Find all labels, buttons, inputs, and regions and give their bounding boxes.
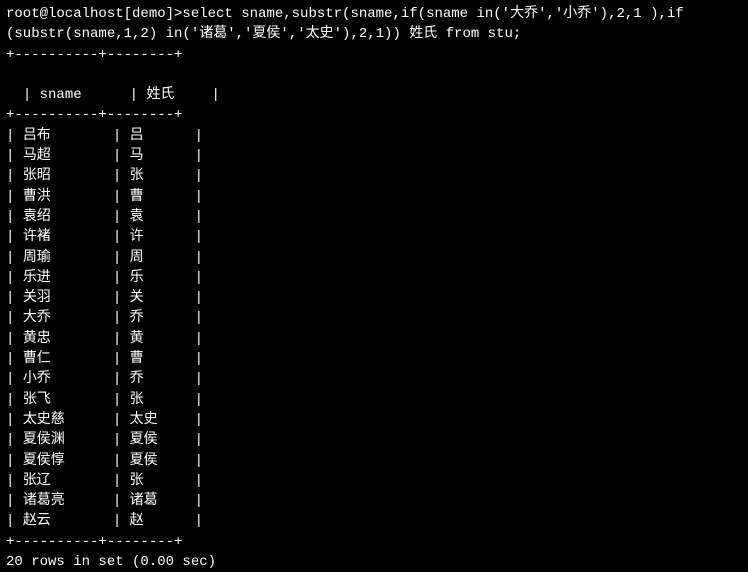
cell-surname: 诸葛 [130, 491, 195, 511]
table-body: | 吕布| 吕|| 马超| 马|| 张昭| 张|| 曹洪| 曹|| 袁绍| 袁|… [6, 126, 742, 532]
cell-surname: 张 [130, 166, 195, 186]
table-separator-bottom: +----------+--------+ [6, 532, 742, 552]
cell-surname: 黄 [130, 329, 195, 349]
cell-sname: 张飞 [23, 390, 113, 410]
cell-surname: 张 [130, 390, 195, 410]
cell-sname: 夏侯渊 [23, 430, 113, 450]
table-row: | 关羽| 关| [6, 288, 742, 308]
table-row: | 夏侯惇| 夏侯| [6, 451, 742, 471]
cell-surname: 赵 [130, 511, 195, 531]
header-col2: 姓氏 [146, 85, 211, 105]
cell-sname: 夏侯惇 [23, 451, 113, 471]
table-row: | 张飞| 张| [6, 390, 742, 410]
table-row: | 诸葛亮| 诸葛| [6, 491, 742, 511]
sql-prompt-line2: (substr(sname,1,2) in('诸葛','夏侯','太史'),2,… [6, 24, 742, 44]
table-separator-mid: +----------+--------+ [6, 105, 742, 125]
table-row: | 周瑜| 周| [6, 248, 742, 268]
table-row: | 张昭| 张| [6, 166, 742, 186]
cell-surname: 周 [130, 248, 195, 268]
cell-sname: 赵云 [23, 511, 113, 531]
cell-sname: 许褚 [23, 227, 113, 247]
cell-sname: 黄忠 [23, 329, 113, 349]
table-row: | 太史慈| 太史| [6, 410, 742, 430]
cell-surname: 许 [130, 227, 195, 247]
table-row: | 马超| 马| [6, 146, 742, 166]
cell-surname: 吕 [130, 126, 195, 146]
table-row: | 赵云| 赵| [6, 511, 742, 531]
cell-surname: 夏侯 [130, 451, 195, 471]
cell-surname: 袁 [130, 207, 195, 227]
cell-sname: 袁绍 [23, 207, 113, 227]
table-row: | 张辽| 张| [6, 471, 742, 491]
cell-sname: 诸葛亮 [23, 491, 113, 511]
cell-sname: 曹仁 [23, 349, 113, 369]
cell-surname: 乔 [130, 308, 195, 328]
cell-sname: 乐进 [23, 268, 113, 288]
cell-sname: 张昭 [23, 166, 113, 186]
table-row: | 夏侯渊| 夏侯| [6, 430, 742, 450]
cell-sname: 周瑜 [23, 248, 113, 268]
cell-surname: 马 [130, 146, 195, 166]
sql-prompt-line1: root@localhost[demo]>select sname,substr… [6, 4, 742, 24]
cell-surname: 关 [130, 288, 195, 308]
cell-sname: 吕布 [23, 126, 113, 146]
cell-sname: 马超 [23, 146, 113, 166]
cell-sname: 曹洪 [23, 187, 113, 207]
cell-surname: 曹 [130, 187, 195, 207]
table-header-row: | sname| 姓氏| [6, 65, 742, 106]
table-row: | 袁绍| 袁| [6, 207, 742, 227]
table-row: | 黄忠| 黄| [6, 329, 742, 349]
table-row: | 曹洪| 曹| [6, 187, 742, 207]
cell-sname: 张辽 [23, 471, 113, 491]
table-row: | 乐进| 乐| [6, 268, 742, 288]
cell-surname: 夏侯 [130, 430, 195, 450]
cell-sname: 太史慈 [23, 410, 113, 430]
cell-sname: 大乔 [23, 308, 113, 328]
cell-surname: 曹 [130, 349, 195, 369]
table-separator-top: +----------+--------+ [6, 45, 742, 65]
cell-sname: 小乔 [23, 369, 113, 389]
table-row: | 吕布| 吕| [6, 126, 742, 146]
table-row: | 小乔| 乔| [6, 369, 742, 389]
cell-surname: 乔 [130, 369, 195, 389]
table-row: | 大乔| 乔| [6, 308, 742, 328]
cell-surname: 乐 [130, 268, 195, 288]
table-row: | 许褚| 许| [6, 227, 742, 247]
cell-surname: 张 [130, 471, 195, 491]
cell-surname: 太史 [130, 410, 195, 430]
result-footer: 20 rows in set (0.00 sec) [6, 552, 742, 572]
cell-sname: 关羽 [23, 288, 113, 308]
header-col1: sname [40, 85, 130, 105]
table-row: | 曹仁| 曹| [6, 349, 742, 369]
